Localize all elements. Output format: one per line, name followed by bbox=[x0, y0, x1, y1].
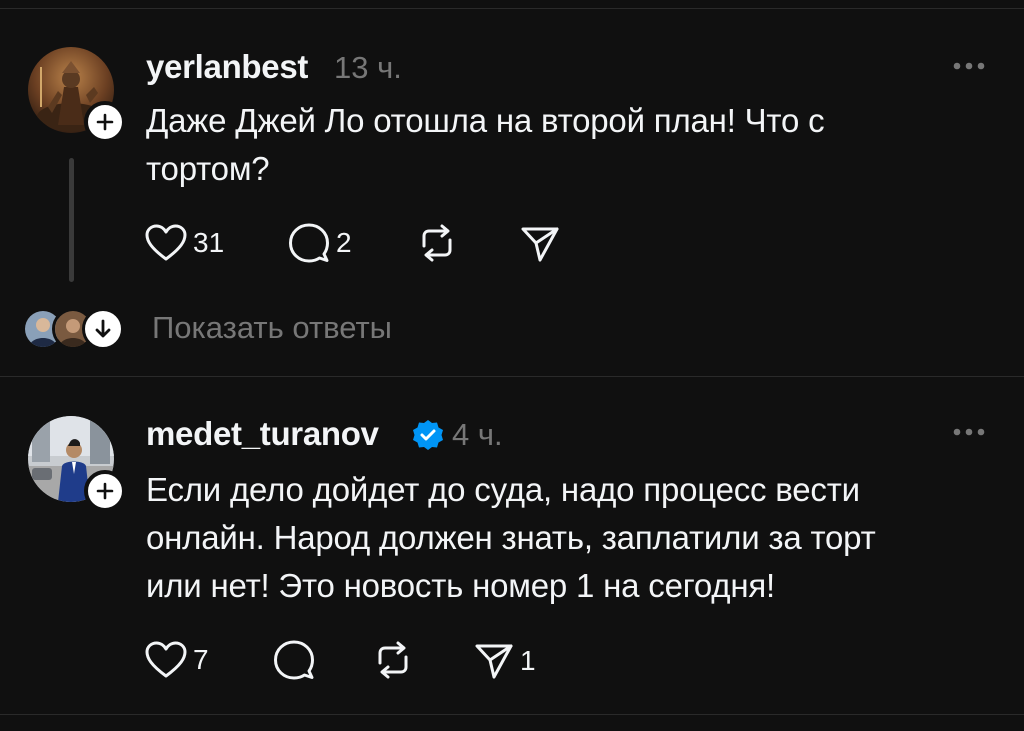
more-horizontal-icon[interactable] bbox=[950, 422, 990, 442]
avatar-medet-turanov[interactable] bbox=[28, 416, 126, 512]
avatar-yerlanbest[interactable] bbox=[28, 47, 126, 143]
show-replies-link[interactable]: Показать ответы bbox=[152, 310, 392, 346]
share-button[interactable] bbox=[520, 224, 560, 264]
post-divider bbox=[0, 376, 1024, 377]
comment-count: 2 bbox=[336, 227, 352, 258]
repost-icon bbox=[378, 641, 408, 679]
post-text-line: Даже Джей Ло отошла на второй план! Что … bbox=[146, 102, 825, 139]
verified-badge-icon bbox=[413, 420, 443, 450]
thread-line bbox=[69, 158, 74, 282]
post-text-line: или нет! Это новость номер 1 на сегодня! bbox=[146, 567, 775, 604]
post-time[interactable]: 4 ч. bbox=[452, 417, 503, 453]
post-text-line: тортом? bbox=[146, 150, 270, 187]
bottom-divider bbox=[0, 714, 1024, 715]
like-button[interactable]: 7 bbox=[145, 641, 209, 679]
speech-bubble-icon bbox=[274, 640, 314, 680]
arrow-down-icon bbox=[95, 319, 111, 338]
comment-button[interactable]: 2 bbox=[288, 222, 352, 264]
follow-button[interactable] bbox=[84, 470, 126, 512]
repost-button[interactable] bbox=[372, 639, 414, 681]
send-icon bbox=[521, 227, 559, 262]
share-button[interactable]: 1 bbox=[474, 641, 536, 681]
plus-icon bbox=[96, 113, 114, 131]
post-text: Если дело дойдет до суда, надо процесс в… bbox=[146, 466, 996, 610]
plus-icon bbox=[96, 482, 114, 500]
comment-button[interactable] bbox=[273, 639, 315, 681]
post-text-line: Если дело дойдет до суда, надо процесс в… bbox=[146, 471, 860, 508]
speech-bubble-icon bbox=[289, 223, 329, 263]
like-count: 7 bbox=[193, 644, 209, 675]
username[interactable]: medet_turanov bbox=[146, 415, 379, 453]
post-text-line: онлайн. Народ должен знать, заплатили за… bbox=[146, 519, 876, 556]
repost-button[interactable] bbox=[416, 222, 458, 264]
expand-replies-button[interactable] bbox=[82, 308, 124, 350]
follow-button[interactable] bbox=[84, 101, 126, 143]
like-button[interactable]: 31 bbox=[145, 224, 224, 262]
more-horizontal-icon[interactable] bbox=[950, 56, 990, 76]
share-count: 1 bbox=[520, 645, 536, 676]
username[interactable]: yerlanbest bbox=[146, 48, 308, 86]
post-time[interactable]: 13 ч. bbox=[334, 50, 402, 86]
post-text: Даже Джей Ло отошла на второй план! Что … bbox=[146, 97, 996, 193]
send-icon bbox=[475, 644, 513, 679]
top-divider bbox=[0, 8, 1024, 9]
repost-icon bbox=[422, 224, 452, 262]
like-count: 31 bbox=[193, 227, 225, 258]
heart-icon bbox=[145, 224, 187, 261]
heart-icon bbox=[145, 641, 187, 678]
